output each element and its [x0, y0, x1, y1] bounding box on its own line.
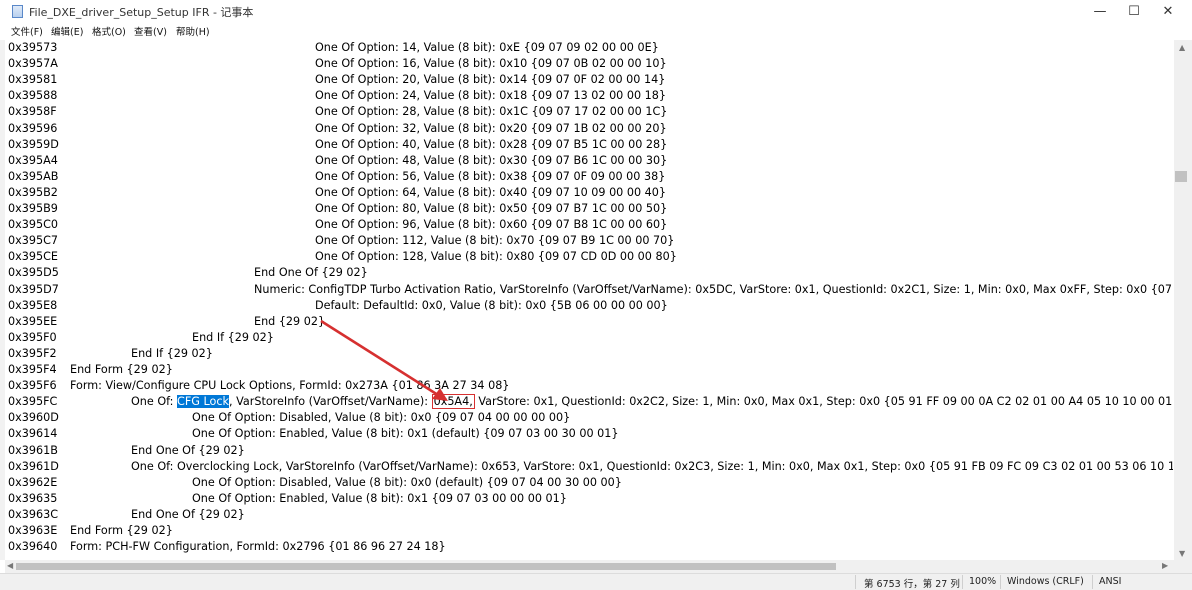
annotation-arrow-line — [320, 319, 439, 397]
annotation-arrow-head-icon — [432, 388, 448, 401]
annotation-overlay — [320, 319, 448, 401]
